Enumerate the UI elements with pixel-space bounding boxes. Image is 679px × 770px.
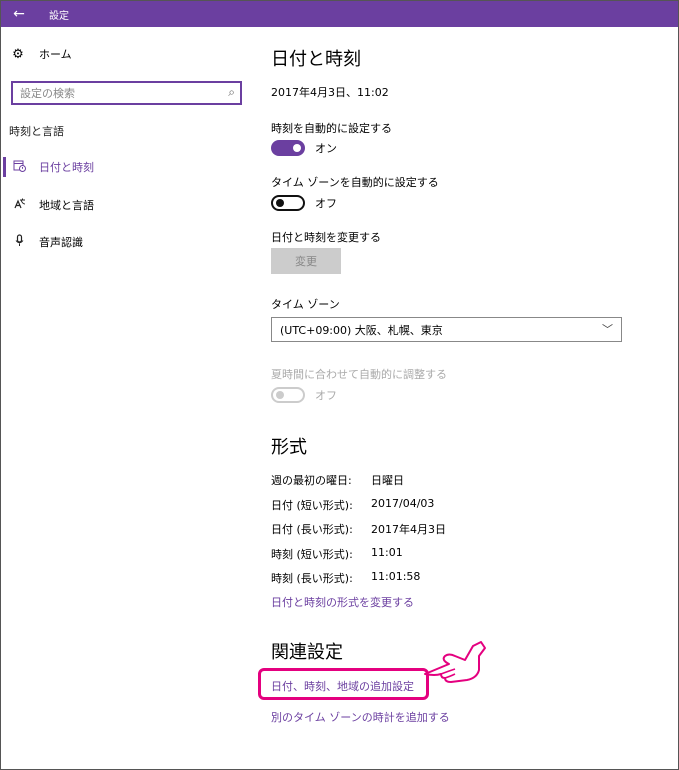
dst-toggle: オフ <box>271 387 337 403</box>
toggle-state: オフ <box>315 389 337 402</box>
format-row: 日付 (短い形式): 2017/04/03 <box>271 497 434 513</box>
page-title: 日付と時刻 <box>271 49 361 70</box>
toggle-state: オン <box>315 142 337 155</box>
timezone-value: (UTC+09:00) 大阪、札幌、東京 <box>280 323 443 337</box>
add-clock-link[interactable]: 別のタイム ゾーンの時計を追加する <box>271 709 450 725</box>
format-row: 時刻 (長い形式): 11:01:58 <box>271 570 420 586</box>
format-row: 日付 (長い形式): 2017年4月3日 <box>271 521 446 537</box>
window-title: 設定 <box>49 11 69 22</box>
title-bar: ← 設定 <box>1 1 678 27</box>
current-datetime: 2017年4月3日、11:02 <box>271 86 389 99</box>
microphone-icon <box>10 234 28 250</box>
format-title: 形式 <box>271 437 307 458</box>
sidebar-item-label: 日付と時刻 <box>39 161 94 174</box>
format-row-label: 日付 (長い形式): <box>271 523 353 536</box>
toggle-switch-disabled <box>271 387 305 403</box>
gear-icon: ⚙ <box>12 46 24 62</box>
sidebar-item-speech[interactable]: 音声認識 <box>1 231 251 253</box>
pointing-hand-icon <box>424 641 486 683</box>
format-row-label: 日付 (短い形式): <box>271 499 353 512</box>
sidebar-item-region-language[interactable]: 地域と言語 <box>1 194 251 216</box>
format-row-value: 11:01:58 <box>371 570 421 583</box>
timezone-select[interactable]: (UTC+09:00) 大阪、札幌、東京 ﹀ <box>271 317 622 342</box>
toggle-state: オフ <box>315 197 337 210</box>
sidebar: ⚙ ホーム ⌕ 時刻と言語 日付と時刻 地域と言語 音声認識 <box>1 27 251 767</box>
sidebar-home[interactable]: ⚙ ホーム <box>9 45 72 63</box>
date-time-icon <box>10 159 28 175</box>
format-row-label: 時刻 (短い形式): <box>271 548 353 561</box>
change-button[interactable]: 変更 <box>271 248 341 274</box>
format-row-value: 11:01 <box>371 546 403 559</box>
section-label: 時刻と言語 <box>9 125 64 138</box>
timezone-label: タイム ゾーン <box>271 298 340 311</box>
auto-time-label: 時刻を自動的に設定する <box>271 122 392 135</box>
sidebar-item-label: 音声認識 <box>39 236 83 249</box>
change-datetime-label: 日付と時刻を変更する <box>271 231 381 244</box>
change-format-link[interactable]: 日付と時刻の形式を変更する <box>271 594 414 610</box>
format-row-value: 日曜日 <box>371 474 404 487</box>
format-row-value: 2017年4月3日 <box>371 523 446 536</box>
home-label: ホーム <box>39 48 72 61</box>
search-icon[interactable]: ⌕ <box>228 85 235 100</box>
auto-timezone-label: タイム ゾーンを自動的に設定する <box>271 176 439 189</box>
auto-time-toggle[interactable]: オン <box>271 140 337 156</box>
format-row-label: 週の最初の曜日: <box>271 474 352 487</box>
region-language-icon <box>10 197 28 213</box>
search-box[interactable]: ⌕ <box>11 81 242 105</box>
related-settings-title: 関連設定 <box>271 642 343 663</box>
sidebar-item-date-time[interactable]: 日付と時刻 <box>1 156 251 178</box>
auto-timezone-toggle[interactable]: オフ <box>271 195 337 211</box>
toggle-switch-off[interactable] <box>271 195 305 211</box>
dst-label: 夏時間に合わせて自動的に調整する <box>271 368 447 381</box>
format-row: 週の最初の曜日: 日曜日 <box>271 472 404 488</box>
format-row: 時刻 (短い形式): 11:01 <box>271 546 403 562</box>
format-row-value: 2017/04/03 <box>371 497 435 510</box>
toggle-switch-on[interactable] <box>271 140 305 156</box>
additional-settings-link[interactable]: 日付、時刻、地域の追加設定 <box>271 678 414 694</box>
chevron-down-icon: ﹀ <box>602 323 613 336</box>
sidebar-item-label: 地域と言語 <box>39 199 94 212</box>
format-row-label: 時刻 (長い形式): <box>271 572 353 585</box>
search-input[interactable] <box>20 86 210 100</box>
back-arrow-icon[interactable]: ← <box>1 1 37 27</box>
